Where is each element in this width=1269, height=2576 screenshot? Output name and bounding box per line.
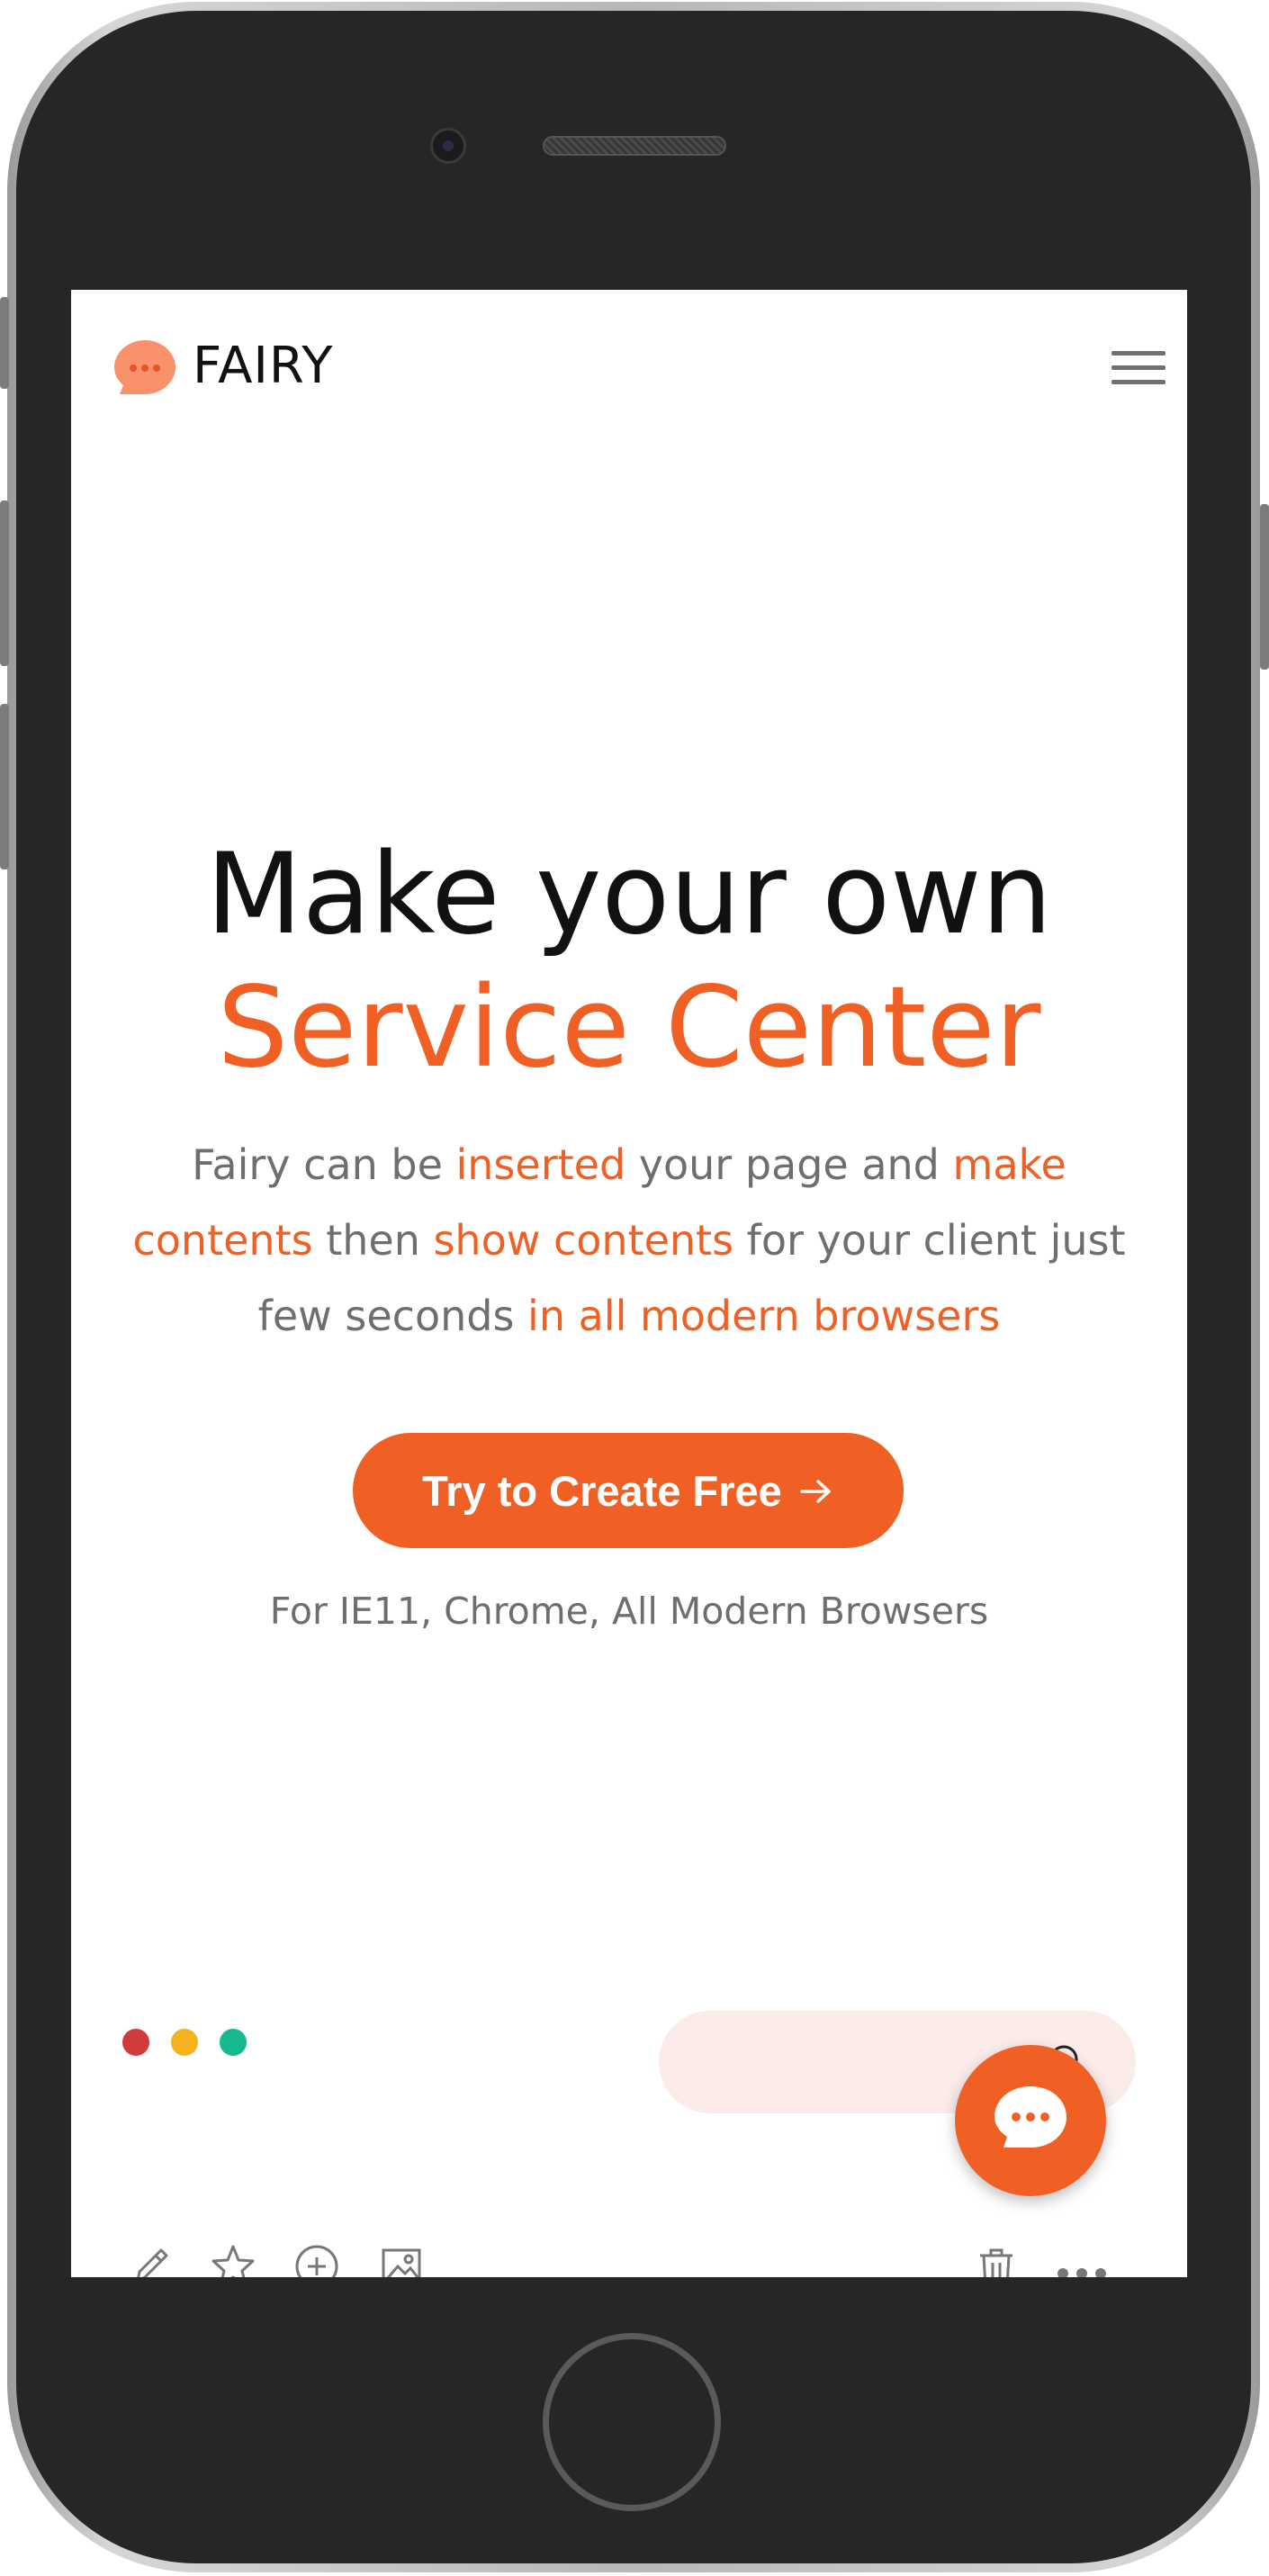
star-icon[interactable] <box>208 2241 258 2277</box>
phone-volume-up <box>0 500 9 666</box>
hero-description: Fairy can be inserted your page and make… <box>125 1127 1133 1354</box>
description-text: Fairy can be <box>192 1140 456 1189</box>
pencil-icon[interactable] <box>125 2241 176 2277</box>
app-screen: FAIRY Make your own Service Center Fairy… <box>71 290 1187 2277</box>
phone-mute-switch <box>0 297 9 389</box>
chat-fab-button[interactable] <box>955 2045 1106 2196</box>
arrow-right-icon <box>798 1466 834 1516</box>
cta-label: Try to Create Free <box>422 1466 782 1515</box>
description-text: then <box>312 1216 434 1265</box>
phone-speaker <box>543 136 726 156</box>
window-dot-green <box>220 2029 247 2056</box>
phone-volume-down <box>0 704 9 869</box>
window-dot-red <box>122 2029 149 2056</box>
chat-bubble-icon <box>994 2086 1066 2148</box>
hero-headline-line1: Make your own <box>205 830 1053 959</box>
phone-home-button[interactable] <box>543 2333 721 2511</box>
description-highlight: show contents <box>433 1216 734 1265</box>
more-icon[interactable] <box>1052 2241 1106 2277</box>
description-highlight: inserted <box>455 1140 626 1189</box>
try-create-free-button[interactable]: Try to Create Free <box>353 1433 904 1548</box>
fairy-logo-icon[interactable] <box>112 338 177 398</box>
phone-power-button <box>1260 504 1269 670</box>
phone-camera <box>430 128 466 164</box>
hero-headline-line2: Service Center <box>217 963 1041 1093</box>
plus-circle-icon[interactable] <box>292 2241 342 2277</box>
description-text: your page and <box>626 1140 953 1189</box>
image-icon[interactable] <box>376 2241 427 2277</box>
window-dot-yellow <box>171 2029 198 2056</box>
brand-name[interactable]: FAIRY <box>193 337 333 395</box>
trash-icon[interactable] <box>971 2241 1022 2277</box>
hamburger-menu-icon[interactable] <box>1112 351 1166 387</box>
description-highlight: in all modern browsers <box>527 1292 1001 1340</box>
browser-support-note: For IE11, Chrome, All Modern Browsers <box>269 1590 989 1633</box>
